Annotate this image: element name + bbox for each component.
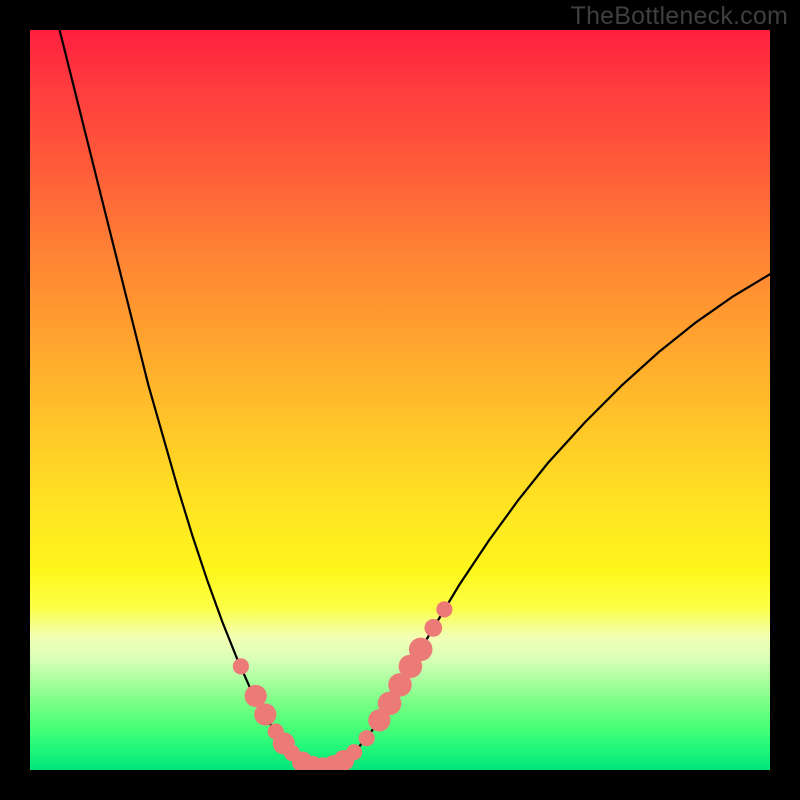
watermark-text: TheBottleneck.com — [571, 2, 788, 31]
chart-frame: TheBottleneck.com — [0, 0, 800, 800]
marker-dot — [436, 601, 452, 617]
chart-svg — [30, 30, 770, 770]
marker-dot — [346, 744, 362, 760]
marker-dot — [233, 658, 249, 674]
marker-dot — [254, 703, 276, 725]
marker-dot — [409, 638, 433, 662]
marker-dot — [359, 730, 375, 746]
marker-dot — [424, 619, 442, 637]
plot-area — [30, 30, 770, 770]
marker-group — [233, 601, 453, 770]
